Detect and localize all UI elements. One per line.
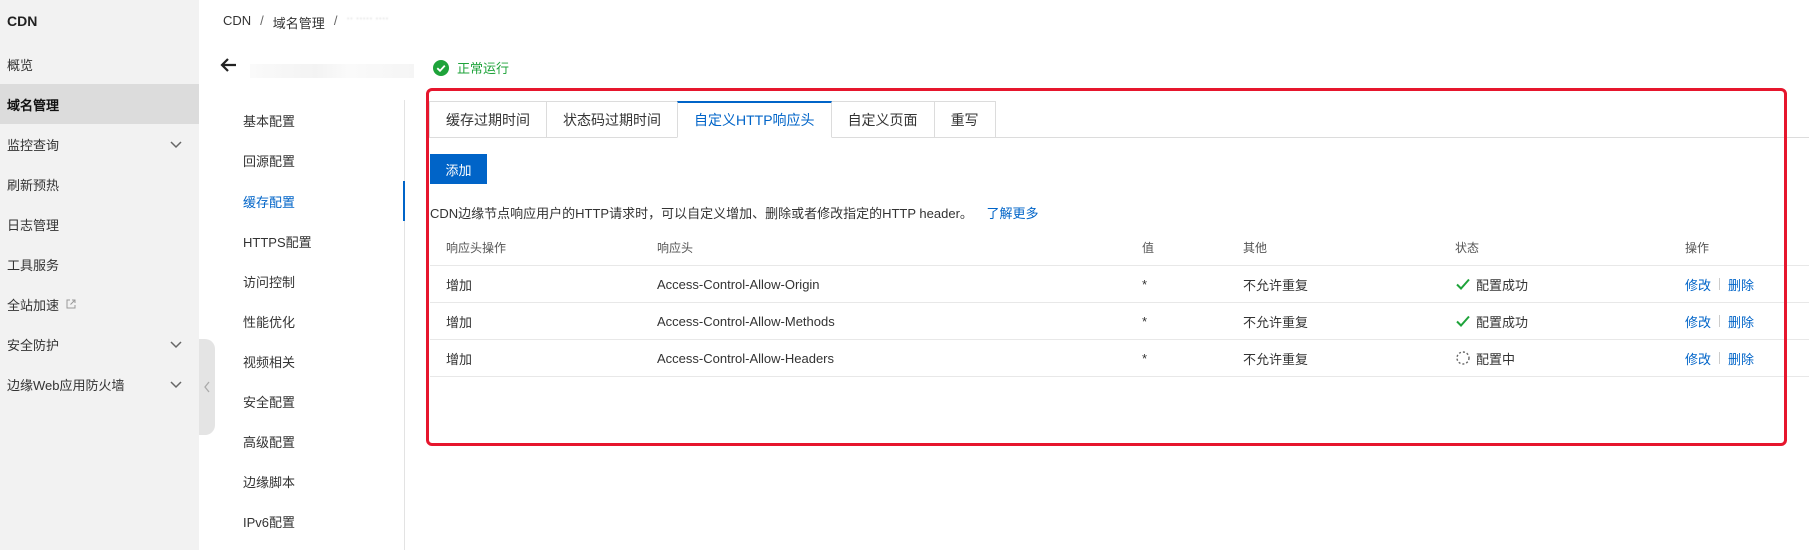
submenu-item-label: 边缘脚本: [243, 474, 296, 490]
submenu-item-basic[interactable]: 基本配置: [243, 100, 403, 140]
submenu-item-ipv6[interactable]: IPv6配置: [243, 501, 403, 541]
nav-item-monitoring[interactable]: 监控查询: [0, 124, 199, 164]
back-arrow-icon[interactable]: [220, 56, 238, 74]
breadcrumb-separator: /: [333, 13, 338, 28]
breadcrumb-domain-management[interactable]: 域名管理: [273, 13, 325, 32]
left-nav: CDN 概览 域名管理 监控查询 刷新预热 日志管理 工具服务 全站加速 安全防…: [0, 0, 199, 550]
check-circle-icon: [433, 59, 449, 76]
submenu-item-label: 基本配置: [243, 113, 296, 129]
submenu-item-advanced[interactable]: 高级配置: [243, 421, 403, 461]
nav-item-label: 域名管理: [7, 97, 60, 113]
breadcrumb-cdn[interactable]: CDN: [223, 13, 251, 32]
submenu-item-label: 性能优化: [243, 314, 296, 330]
submenu-item-label: 安全配置: [243, 394, 296, 410]
nav-item-refresh-prefetch[interactable]: 刷新预热: [0, 164, 199, 204]
nav-item-waf[interactable]: 边缘Web应用防火墙: [0, 364, 199, 404]
nav-item-tools[interactable]: 工具服务: [0, 244, 199, 284]
submenu-item-video[interactable]: 视频相关: [243, 341, 403, 381]
nav-item-label: 概览: [7, 57, 34, 73]
submenu-item-label: 缓存配置: [243, 194, 296, 210]
nav-item-dcdn[interactable]: 全站加速: [0, 284, 199, 324]
submenu-item-cache[interactable]: 缓存配置: [243, 181, 403, 221]
nav-item-label: 工具服务: [7, 257, 60, 273]
nav-item-security[interactable]: 安全防护: [0, 324, 199, 364]
chevron-down-icon: [170, 381, 182, 389]
nav-item-logs[interactable]: 日志管理: [0, 204, 199, 244]
domain-status: 正常运行: [433, 58, 509, 77]
submenu-item-label: HTTPS配置: [243, 234, 312, 250]
submenu-item-label: 回源配置: [243, 153, 296, 169]
nav-item-label: 日志管理: [7, 217, 60, 233]
nav-item-label: 全站加速: [7, 297, 60, 313]
submenu-item-label: 访问控制: [243, 274, 296, 290]
submenu-item-access-control[interactable]: 访问控制: [243, 261, 403, 301]
submenu-divider: [404, 100, 405, 550]
nav-item-domain-management[interactable]: 域名管理: [0, 84, 199, 124]
chevron-left-icon: [204, 381, 210, 393]
nav-item-label: 安全防护: [7, 337, 60, 353]
submenu-item-performance[interactable]: 性能优化: [243, 301, 403, 341]
tab-custom-http-headers[interactable]: 自定义HTTP响应头: [677, 101, 832, 138]
submenu-item-label: IPv6配置: [243, 514, 296, 530]
submenu-item-https[interactable]: HTTPS配置: [243, 221, 403, 261]
submenu-item-security[interactable]: 安全配置: [243, 381, 403, 421]
highlight-annotation-box: [426, 88, 1787, 446]
nav-item-label: 边缘Web应用防火墙: [7, 377, 125, 393]
submenu-active-indicator: [403, 181, 405, 221]
nav-item-label: 刷新预热: [7, 177, 60, 193]
status-label: 正常运行: [457, 61, 510, 76]
domain-name-redacted: [250, 64, 414, 78]
submenu-item-origin[interactable]: 回源配置: [243, 140, 403, 180]
sidebar-collapse-handle[interactable]: [199, 339, 215, 435]
external-link-icon: [66, 299, 76, 309]
nav-item-label: 监控查询: [7, 137, 60, 153]
tab-label: 自定义HTTP响应头: [694, 112, 815, 128]
submenu-item-label: 视频相关: [243, 354, 296, 370]
breadcrumb: CDN / 域名管理 / ·· ····· ····: [223, 13, 389, 32]
submenu-item-edge-script[interactable]: 边缘脚本: [243, 461, 403, 501]
breadcrumb-separator: /: [260, 13, 264, 28]
chevron-down-icon: [170, 341, 182, 349]
nav-item-overview[interactable]: 概览: [0, 44, 199, 84]
breadcrumb-domain: ·· ····· ····: [346, 13, 389, 24]
product-title: CDN: [7, 13, 38, 29]
submenu-item-label: 高级配置: [243, 434, 296, 450]
chevron-down-icon: [170, 141, 182, 149]
